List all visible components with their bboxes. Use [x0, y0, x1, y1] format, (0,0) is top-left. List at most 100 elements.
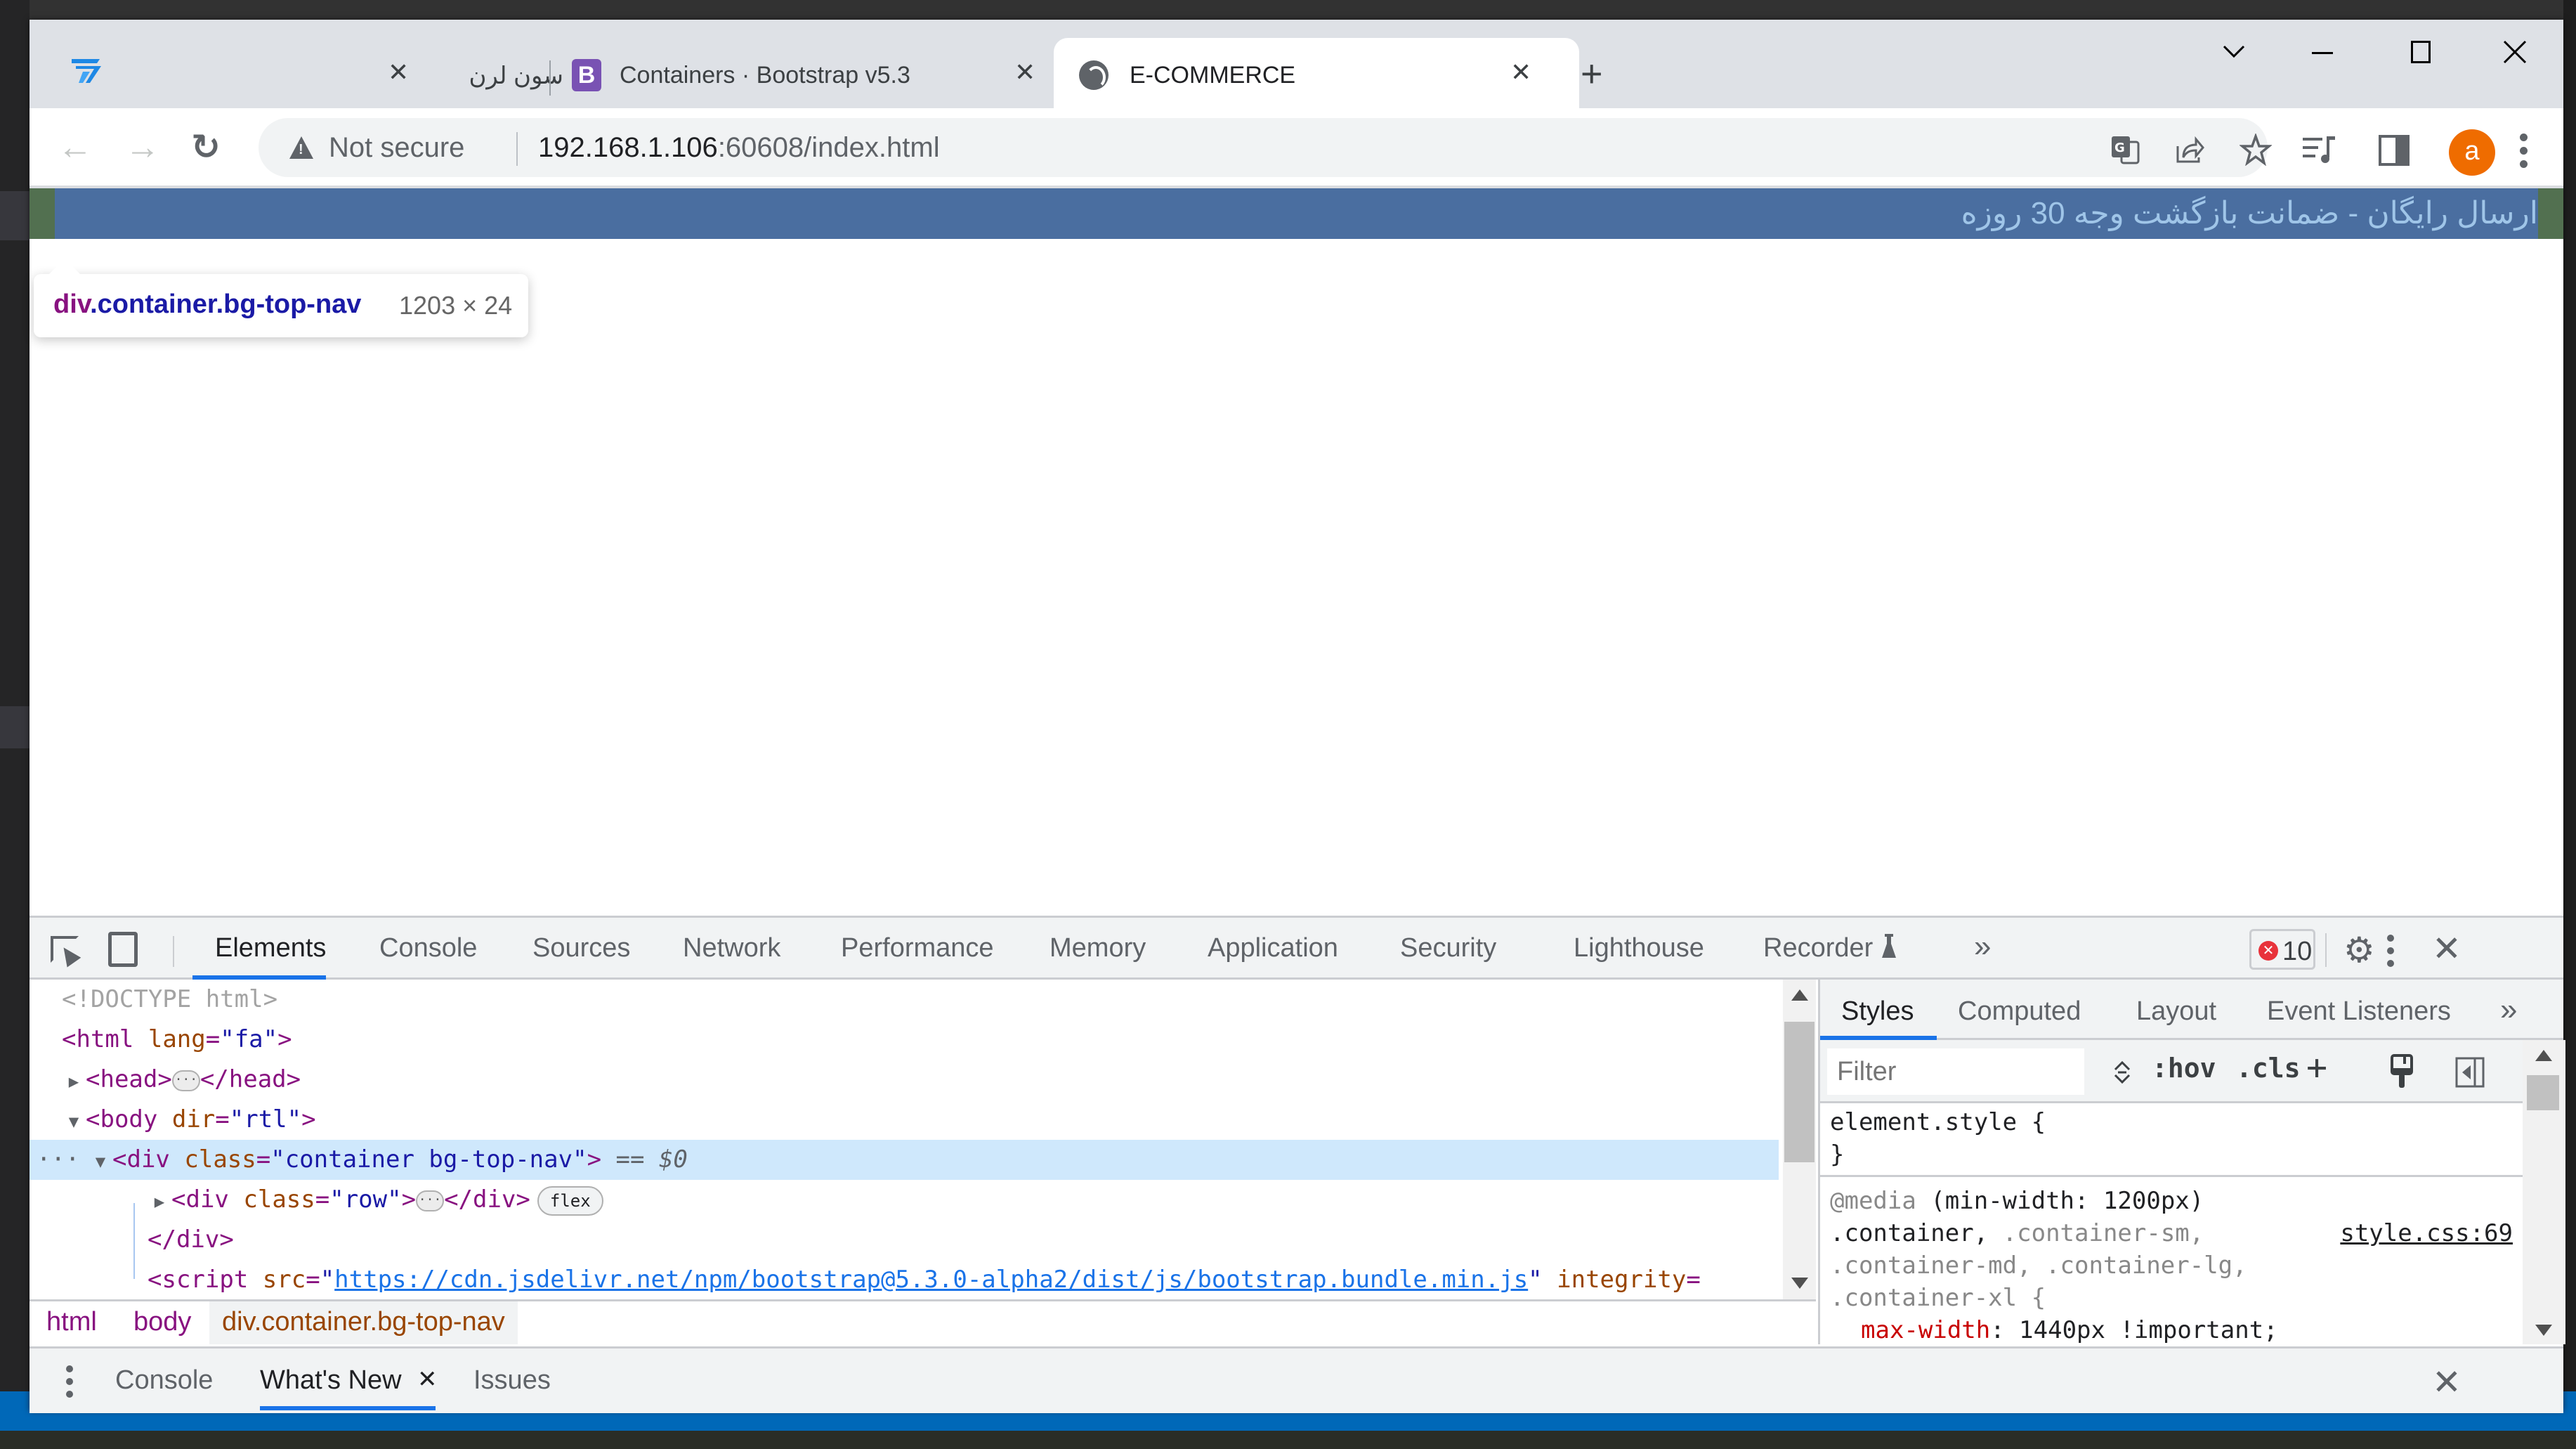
- collapse-triangle-icon[interactable]: ▼: [89, 1142, 112, 1182]
- error-count-badge[interactable]: ✕ 10: [2249, 929, 2315, 970]
- color-format-paintbrush-icon[interactable]: [2391, 1054, 2413, 1089]
- styles-filter-input[interactable]: [1827, 1048, 2084, 1095]
- device-toolbar-icon[interactable]: [108, 932, 138, 967]
- close-icon[interactable]: ✕: [417, 1365, 438, 1393]
- tab-search-chevron-icon[interactable]: [2221, 41, 2247, 62]
- script-src-link[interactable]: https://cdn.jsdelivr.net/npm/bootstrap@5…: [334, 1266, 1528, 1294]
- tab-sevenlearn[interactable]: سون لرن ✕: [388, 38, 570, 108]
- selector-line[interactable]: .container, .container-sm,: [1830, 1217, 2204, 1249]
- forward-button[interactable]: →: [125, 129, 160, 164]
- share-icon[interactable]: [2173, 134, 2206, 166]
- settings-gear-icon[interactable]: ⚙: [2343, 933, 2375, 968]
- devtools-tab-performance[interactable]: Performance: [841, 933, 994, 963]
- breadcrumb-selected-div[interactable]: div.container.bg-top-nav: [209, 1301, 518, 1344]
- close-icon[interactable]: ✕: [1014, 58, 1035, 87]
- selector-line[interactable]: .container-md, .container-lg,: [1830, 1249, 2247, 1282]
- back-button[interactable]: ←: [58, 129, 93, 164]
- security-indicator[interactable]: Not secure: [329, 132, 464, 164]
- devtools-menu-icon[interactable]: [2386, 935, 2395, 973]
- bookmark-star-icon[interactable]: [2240, 134, 2272, 166]
- maximize-button[interactable]: [2411, 41, 2431, 63]
- more-tabs-button[interactable]: »: [1974, 929, 1991, 964]
- devtools-tab-sources[interactable]: Sources: [532, 933, 630, 963]
- drawer-menu-icon[interactable]: [65, 1365, 74, 1403]
- tree-node-html[interactable]: <html lang="fa">: [30, 1020, 1779, 1060]
- top-nav-bar[interactable]: ارسال رایگان - ضمانت بازگشت وجه 30 روزه: [30, 188, 2563, 239]
- element-style-selector[interactable]: element.style {: [1830, 1106, 2046, 1138]
- inspect-element-icon[interactable]: [51, 936, 79, 963]
- devtools-tab-console[interactable]: Console: [379, 933, 477, 963]
- scroll-up-arrow-icon[interactable]: [1791, 989, 1808, 1001]
- drawer-tab-whats-new[interactable]: What's New: [260, 1365, 402, 1396]
- new-style-rule-button[interactable]: +: [2306, 1047, 2327, 1088]
- collapse-triangle-icon[interactable]: ▼: [62, 1102, 86, 1142]
- close-icon[interactable]: ✕: [388, 58, 409, 87]
- devtools-tab-application[interactable]: Application: [1208, 933, 1338, 963]
- profile-avatar[interactable]: a: [2449, 129, 2495, 176]
- devtools-close-icon[interactable]: ✕: [2432, 929, 2461, 968]
- url-text[interactable]: 192.168.1.106:60608/index.html: [538, 132, 940, 164]
- breadcrumb-html[interactable]: html: [46, 1301, 97, 1344]
- new-tab-button[interactable]: +: [1581, 55, 1603, 93]
- selector-line[interactable]: .container-xl {: [1830, 1282, 2046, 1314]
- browser-menu-icon[interactable]: [2516, 129, 2530, 176]
- hover-state-button[interactable]: :hov: [2152, 1053, 2216, 1084]
- tree-node-selected-container[interactable]: ··· ▼ <div class="container bg-top-nav"> …: [30, 1140, 1779, 1180]
- sidebar-tab-computed[interactable]: Computed: [1958, 996, 2081, 1027]
- side-panel-icon[interactable]: [2379, 135, 2410, 166]
- tag-name: <div: [171, 1185, 229, 1214]
- sidebar-tab-layout[interactable]: Layout: [2136, 996, 2216, 1027]
- breadcrumb-body[interactable]: body: [133, 1301, 191, 1344]
- media-queue-icon[interactable]: [2301, 134, 2336, 164]
- class-toggle-button[interactable]: .cls: [2236, 1053, 2301, 1084]
- devtools-tab-elements[interactable]: Elements: [215, 933, 326, 963]
- flex-badge[interactable]: flex: [537, 1185, 603, 1216]
- css-declaration[interactable]: max-width: 1440px !important;: [1861, 1314, 2278, 1344]
- collapsed-ellipsis[interactable]: ···: [171, 1070, 200, 1091]
- minimize-button[interactable]: [2312, 52, 2333, 54]
- divider: [173, 936, 174, 967]
- devtools-tab-memory[interactable]: Memory: [1050, 933, 1146, 963]
- attr-value: "container bg-top-nav": [270, 1145, 587, 1174]
- tree-node-div-close[interactable]: </div>: [30, 1220, 1779, 1260]
- tree-node-row-div[interactable]: ▶ <div class="row"> ··· </div> flex: [30, 1180, 1779, 1220]
- tree-node-doctype[interactable]: <!DOCTYPE html>: [30, 980, 1779, 1020]
- scrollbar-thumb[interactable]: [2527, 1075, 2559, 1110]
- drawer-tab-issues[interactable]: Issues: [473, 1365, 551, 1396]
- toggle-renderer-emulation-icon[interactable]: [2112, 1060, 2132, 1085]
- drawer-close-icon[interactable]: ✕: [2432, 1363, 2461, 1402]
- devtools-tab-security[interactable]: Security: [1400, 933, 1496, 963]
- tab-ecommerce-active[interactable]: E-COMMERCE ✕: [1054, 38, 1579, 108]
- window-close-button[interactable]: [2502, 39, 2528, 65]
- translate-icon[interactable]: G: [2109, 134, 2141, 166]
- tree-node-body[interactable]: ▼ <body dir="rtl">: [30, 1100, 1779, 1140]
- warning-icon[interactable]: [289, 136, 313, 159]
- stylesheet-source-link[interactable]: style.css:69: [2340, 1217, 2513, 1249]
- more-sidebar-tabs-button[interactable]: »: [2500, 992, 2517, 1027]
- scrollbar-thumb[interactable]: [1784, 1022, 1815, 1162]
- attr-name: src: [262, 1266, 306, 1294]
- devtools-tab-recorder[interactable]: Recorder: [1763, 933, 1897, 963]
- devtools-tab-network[interactable]: Network: [683, 933, 780, 963]
- reload-button[interactable]: ↻: [191, 129, 221, 164]
- quote: ": [1528, 1266, 1543, 1294]
- expand-triangle-icon[interactable]: ▶: [148, 1182, 171, 1222]
- close-icon[interactable]: ✕: [1510, 58, 1531, 87]
- scroll-down-arrow-icon[interactable]: [1791, 1278, 1808, 1289]
- drawer-tab-console[interactable]: Console: [115, 1365, 213, 1396]
- styles-scrollbar[interactable]: [2523, 1040, 2565, 1344]
- expand-triangle-icon[interactable]: ▶: [62, 1062, 86, 1102]
- devtools-tab-lighthouse[interactable]: Lighthouse: [1574, 933, 1704, 963]
- sidebar-tab-styles[interactable]: Styles: [1841, 996, 1914, 1027]
- address-bar[interactable]: Not secure 192.168.1.106:60608/index.htm…: [259, 118, 2272, 177]
- tree-node-head[interactable]: ▶ <head> ··· </head>: [30, 1060, 1779, 1100]
- sidebar-tab-event-listeners[interactable]: Event Listeners: [2267, 996, 2451, 1027]
- scroll-down-arrow-icon[interactable]: [2535, 1325, 2552, 1336]
- node-actions-ellipsis-icon[interactable]: ···: [37, 1140, 79, 1180]
- collapsed-ellipsis[interactable]: ···: [416, 1190, 445, 1211]
- toggle-sidebar-icon[interactable]: [2455, 1057, 2485, 1088]
- elements-scrollbar[interactable]: [1783, 980, 1816, 1299]
- scroll-up-arrow-icon[interactable]: [2535, 1050, 2552, 1061]
- tab-bootstrap-containers[interactable]: B Containers · Bootstrap v5.3 ✕: [572, 38, 1064, 108]
- tree-node-script[interactable]: <script src="https://cdn.jsdelivr.net/np…: [30, 1260, 1779, 1299]
